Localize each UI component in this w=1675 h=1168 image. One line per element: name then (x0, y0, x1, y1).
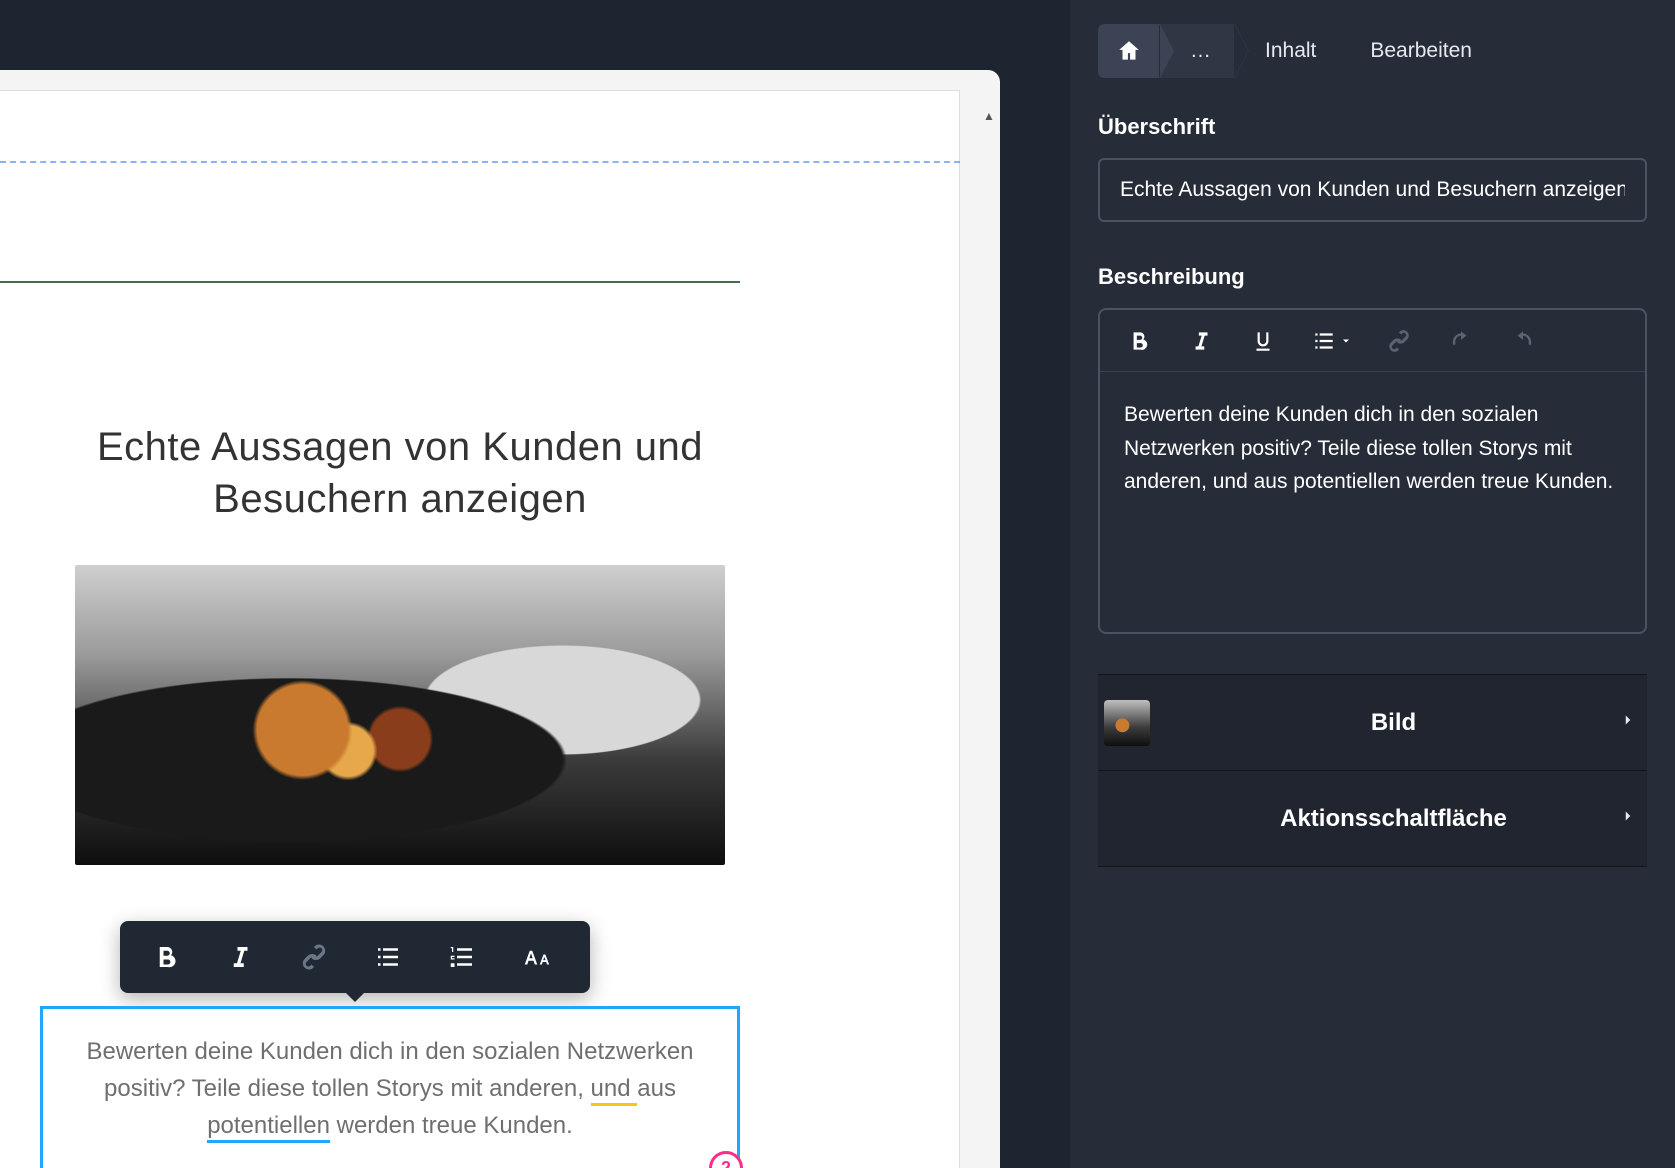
rte-toolbar (1100, 310, 1645, 372)
accordion: Bild Aktionsschaltfläche (1098, 674, 1647, 867)
heading-label: Überschrift (1098, 114, 1647, 140)
ordered-list-icon (447, 942, 477, 972)
text-size-button[interactable] (500, 927, 572, 987)
breadcrumb-inhalt[interactable]: Inhalt (1235, 24, 1340, 78)
heading-input[interactable] (1098, 158, 1647, 222)
preview-image[interactable] (75, 565, 725, 865)
link-button[interactable] (278, 927, 350, 987)
link-icon (299, 942, 329, 972)
rte-textarea[interactable]: Bewerten deine Kunden dich in den sozial… (1100, 372, 1645, 632)
section-guide (0, 161, 960, 163)
rte-list-dropdown[interactable] (1308, 324, 1354, 358)
breadcrumb: … Inhalt Bearbeiten (1098, 24, 1647, 78)
italic-icon (1188, 328, 1214, 354)
undo-icon (1448, 328, 1474, 354)
bold-icon (1126, 328, 1152, 354)
rte-underline-button[interactable] (1246, 324, 1280, 358)
breadcrumb-bearbeiten[interactable]: Bearbeiten (1340, 24, 1496, 78)
rte-link-button[interactable] (1382, 324, 1416, 358)
dropdown-icon (1340, 335, 1352, 347)
ordered-list-button[interactable] (426, 927, 498, 987)
bold-icon (151, 942, 181, 972)
side-panel: … Inhalt Bearbeiten Überschrift Beschrei… (1070, 0, 1675, 1168)
list-icon (373, 942, 403, 972)
toolbar-tail (345, 992, 365, 1002)
description-label: Beschreibung (1098, 264, 1647, 290)
underline-icon (1250, 328, 1276, 354)
accordion-action-label: Aktionsschaltfläche (1168, 805, 1619, 833)
bold-button[interactable] (130, 927, 202, 987)
rich-text-editor: Bewerten deine Kunden dich in den sozial… (1098, 308, 1647, 634)
italic-icon (225, 942, 255, 972)
scrollbar[interactable]: ▲ (978, 105, 1000, 1165)
canvas-frame: ▲ Echte Aussagen von Kunden und Besucher… (0, 70, 1000, 1168)
desc-part-2: aus (637, 1075, 676, 1102)
divider (0, 281, 740, 283)
spell-warning-und[interactable]: und (591, 1075, 638, 1106)
description-text[interactable]: Bewerten deine Kunden dich in den sozial… (83, 1033, 697, 1145)
link-icon (1386, 328, 1412, 354)
image-thumbnail (1104, 700, 1150, 746)
inline-text-toolbar (120, 921, 590, 993)
testimonial-block[interactable]: Echte Aussagen von Kunden und Besuchern … (60, 421, 740, 865)
desc-part-3: werden treue Kunden. (337, 1112, 573, 1139)
scroll-up-icon[interactable]: ▲ (978, 105, 1000, 127)
rte-italic-button[interactable] (1184, 324, 1218, 358)
chevron-right-icon (1619, 807, 1637, 830)
rte-undo-button[interactable] (1444, 324, 1478, 358)
list-icon (1311, 328, 1337, 354)
rte-redo-button[interactable] (1506, 324, 1540, 358)
redo-icon (1510, 328, 1536, 354)
preview-title[interactable]: Echte Aussagen von Kunden und Besuchern … (60, 421, 740, 525)
selected-description[interactable]: Bewerten deine Kunden dich in den sozial… (40, 1006, 740, 1168)
grammar-warning-potentiellen[interactable]: potentiellen (207, 1112, 330, 1143)
chevron-right-icon (1619, 711, 1637, 734)
accordion-action-button[interactable]: Aktionsschaltfläche (1098, 771, 1647, 867)
accordion-image-label: Bild (1168, 709, 1619, 737)
rte-bold-button[interactable] (1122, 324, 1156, 358)
accordion-image[interactable]: Bild (1098, 675, 1647, 771)
unordered-list-button[interactable] (352, 927, 424, 987)
canvas-page[interactable]: Echte Aussagen von Kunden und Besuchern … (0, 90, 960, 1168)
breadcrumb-home[interactable] (1098, 24, 1160, 78)
text-size-icon (521, 942, 551, 972)
home-icon (1116, 38, 1142, 64)
italic-button[interactable] (204, 927, 276, 987)
issue-count-badge[interactable]: 2 (709, 1151, 743, 1168)
editor-canvas: ▲ Echte Aussagen von Kunden und Besucher… (0, 0, 1070, 1168)
